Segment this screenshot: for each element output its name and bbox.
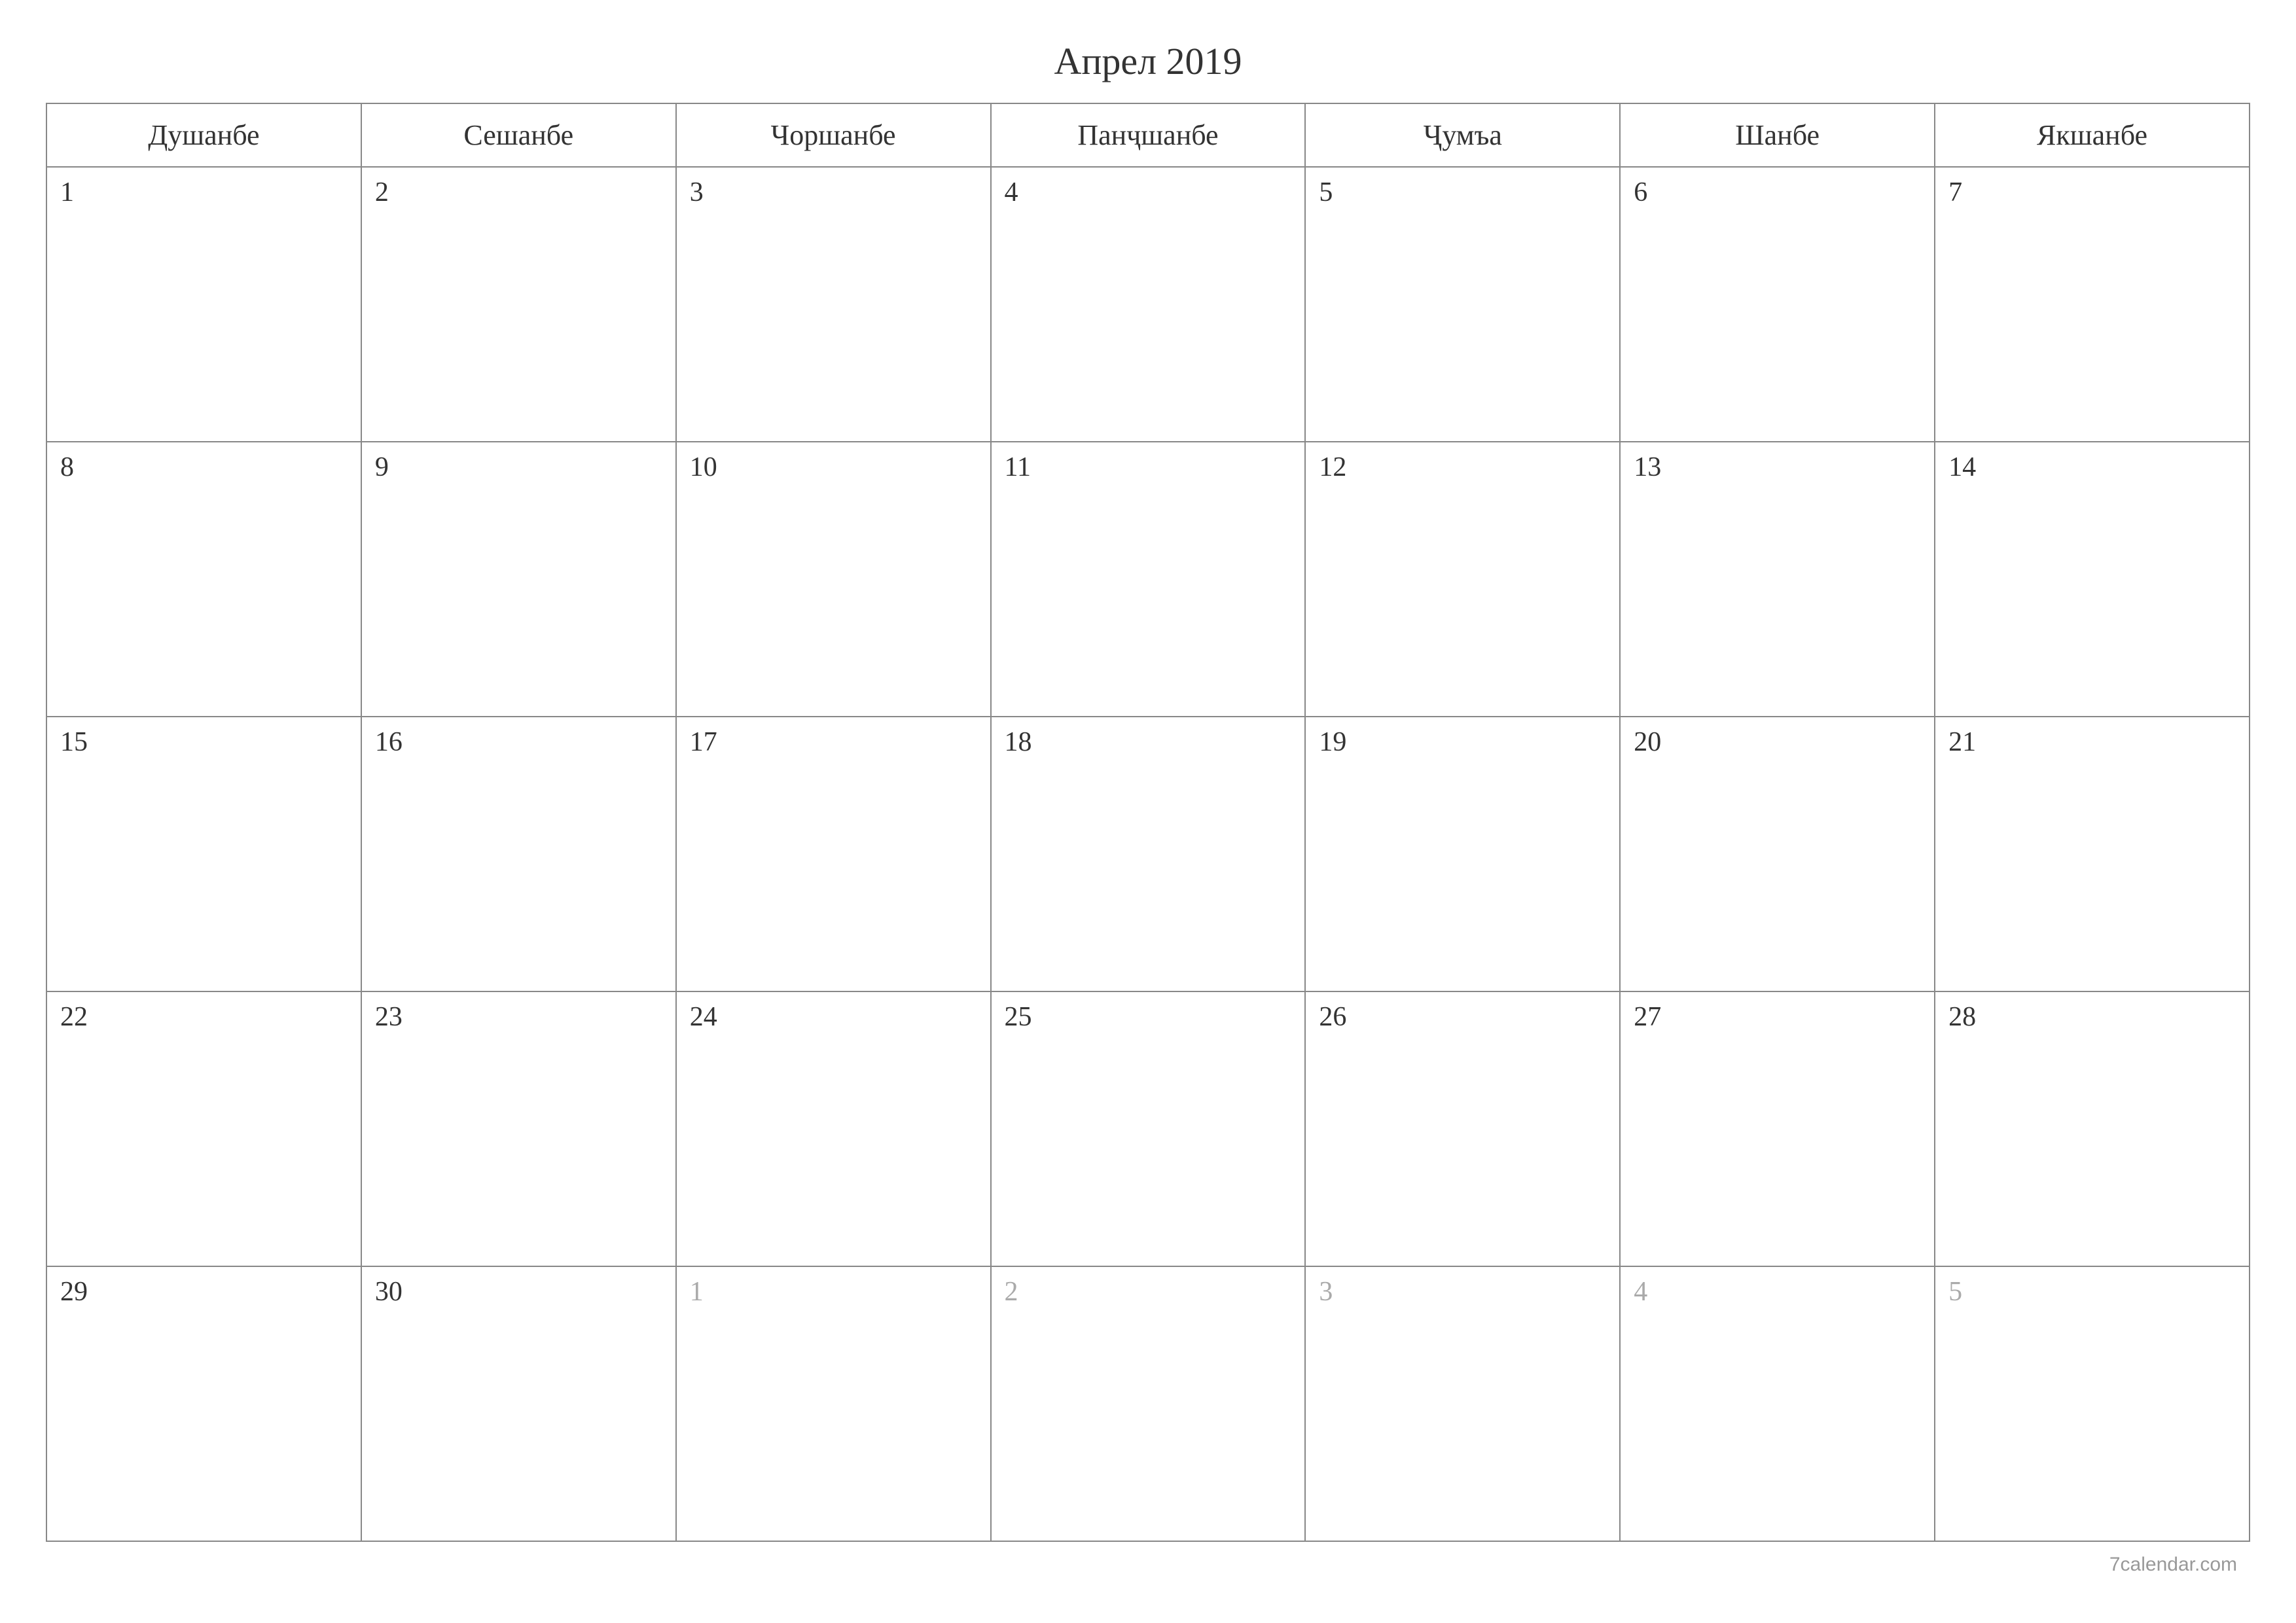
calendar-day: 18 <box>991 717 1306 991</box>
calendar-table: Душанбе Сешанбе Чоршанбе Панҷшанбе Ҷумъа… <box>46 103 2250 1542</box>
calendar-day-other-month: 3 <box>1305 1266 1620 1541</box>
calendar-day-other-month: 5 <box>1935 1266 2250 1541</box>
weekday-header: Ҷумъа <box>1305 103 1620 167</box>
calendar-day-other-month: 1 <box>676 1266 991 1541</box>
calendar-day: 19 <box>1305 717 1620 991</box>
calendar-day: 4 <box>991 167 1306 442</box>
calendar-day: 5 <box>1305 167 1620 442</box>
calendar-day: 1 <box>46 167 361 442</box>
calendar-day: 16 <box>361 717 676 991</box>
weekday-header: Чоршанбе <box>676 103 991 167</box>
footer-credit: 7calendar.com <box>2109 1554 2237 1576</box>
calendar-day: 9 <box>361 442 676 717</box>
calendar-day: 23 <box>361 991 676 1266</box>
calendar-day: 2 <box>361 167 676 442</box>
calendar-day: 6 <box>1620 167 1935 442</box>
weekday-row: Душанбе Сешанбе Чоршанбе Панҷшанбе Ҷумъа… <box>46 103 2250 167</box>
calendar-day: 24 <box>676 991 991 1266</box>
calendar-day: 11 <box>991 442 1306 717</box>
calendar-day: 3 <box>676 167 991 442</box>
calendar-week: 1 2 3 4 5 6 7 <box>46 167 2250 442</box>
calendar-day: 12 <box>1305 442 1620 717</box>
calendar-week: 29 30 1 2 3 4 5 <box>46 1266 2250 1541</box>
calendar-day: 13 <box>1620 442 1935 717</box>
calendar-day: 7 <box>1935 167 2250 442</box>
calendar-day: 30 <box>361 1266 676 1541</box>
calendar-day: 28 <box>1935 991 2250 1266</box>
calendar-day-other-month: 2 <box>991 1266 1306 1541</box>
calendar-day: 22 <box>46 991 361 1266</box>
calendar-day: 29 <box>46 1266 361 1541</box>
calendar-week: 8 9 10 11 12 13 14 <box>46 442 2250 717</box>
calendar-day: 10 <box>676 442 991 717</box>
weekday-header: Якшанбе <box>1935 103 2250 167</box>
calendar-day: 8 <box>46 442 361 717</box>
weekday-header: Шанбе <box>1620 103 1935 167</box>
calendar-day: 17 <box>676 717 991 991</box>
weekday-header: Панҷшанбе <box>991 103 1306 167</box>
calendar-body: 1 2 3 4 5 6 7 8 9 10 11 12 13 14 15 16 1… <box>46 167 2250 1541</box>
calendar-day: 15 <box>46 717 361 991</box>
calendar-day: 14 <box>1935 442 2250 717</box>
calendar-week: 15 16 17 18 19 20 21 <box>46 717 2250 991</box>
weekday-header: Душанбе <box>46 103 361 167</box>
weekday-header: Сешанбе <box>361 103 676 167</box>
calendar-day: 26 <box>1305 991 1620 1266</box>
calendar-week: 22 23 24 25 26 27 28 <box>46 991 2250 1266</box>
calendar-title: Апрел 2019 <box>46 39 2250 83</box>
calendar-day: 20 <box>1620 717 1935 991</box>
calendar-day: 21 <box>1935 717 2250 991</box>
calendar-day: 27 <box>1620 991 1935 1266</box>
calendar-day-other-month: 4 <box>1620 1266 1935 1541</box>
calendar-day: 25 <box>991 991 1306 1266</box>
